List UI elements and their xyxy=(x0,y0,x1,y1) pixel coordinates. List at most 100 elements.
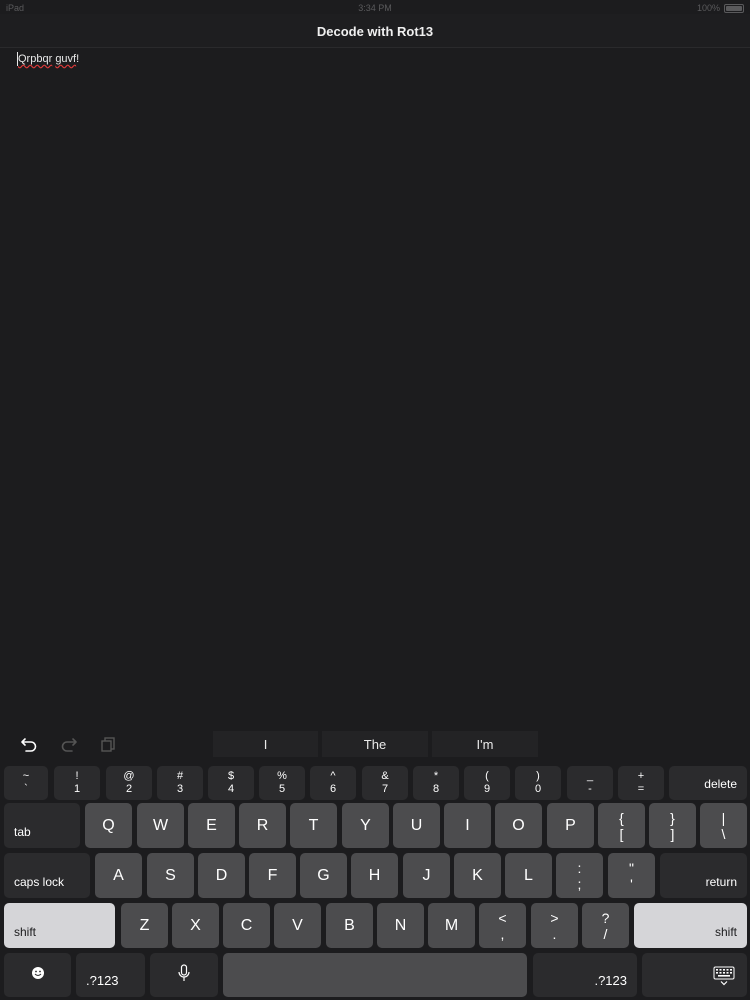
key-e[interactable]: E xyxy=(188,803,235,848)
key-lower-symbol: 4 xyxy=(227,783,235,795)
key-letter: F xyxy=(267,866,278,884)
key-s[interactable]: S xyxy=(147,853,194,898)
suggestion-3[interactable]: I'm xyxy=(432,731,538,757)
numbers-label: .?123 xyxy=(86,973,119,988)
key-letter: J xyxy=(422,866,431,884)
numbers-left-key[interactable]: .?123 xyxy=(76,953,145,997)
suggestion-1[interactable]: I xyxy=(213,731,318,757)
key-upper-symbol: > xyxy=(550,909,559,926)
misspelled-word: Qrpbqr xyxy=(18,53,53,65)
key-h[interactable]: H xyxy=(351,853,398,898)
key-w[interactable]: W xyxy=(137,803,184,848)
key-0[interactable]: ) 0 xyxy=(515,766,561,800)
numbers-right-key[interactable]: .?123 xyxy=(533,953,637,997)
key-lower-symbol: 0 xyxy=(534,783,542,795)
key-upper-symbol: @ xyxy=(123,770,135,782)
key-f[interactable]: F xyxy=(249,853,296,898)
navigation-bar: Decode with Rot13 xyxy=(0,14,750,48)
page-title: Decode with Rot13 xyxy=(316,24,434,39)
key-4[interactable]: $4 xyxy=(208,766,254,800)
battery-percentage: 100% xyxy=(696,3,720,13)
key-7[interactable]: & 7 xyxy=(362,766,408,800)
dismiss-keyboard-key[interactable] xyxy=(642,953,747,997)
key-upper-symbol: ~ xyxy=(22,770,30,782)
key-y[interactable]: Y xyxy=(342,803,389,848)
key-upper-symbol: * xyxy=(433,770,439,782)
key-o[interactable]: O xyxy=(495,803,542,848)
key-lower-symbol: = xyxy=(637,783,645,795)
shift-right-key[interactable]: shift xyxy=(634,903,747,948)
key-bracket-right[interactable]: }] xyxy=(649,803,696,848)
key-q[interactable]: Q xyxy=(85,803,132,848)
key-t[interactable]: T xyxy=(290,803,337,848)
key-n[interactable]: N xyxy=(377,903,424,948)
key-upper-symbol: # xyxy=(176,770,184,782)
key-p[interactable]: P xyxy=(547,803,594,848)
key-equals[interactable]: + = xyxy=(618,766,664,800)
key-i[interactable]: I xyxy=(444,803,491,848)
text-editor[interactable]: Qrpbqr guvf! xyxy=(0,49,750,720)
key-m[interactable]: M xyxy=(428,903,475,948)
microphone-icon xyxy=(178,963,190,987)
key-quote[interactable]: " ' xyxy=(608,853,655,898)
key-v[interactable]: V xyxy=(274,903,321,948)
key-upper-symbol: $ xyxy=(227,770,235,782)
key-x[interactable]: X xyxy=(172,903,219,948)
tab-key[interactable]: tab xyxy=(4,803,80,848)
key-a[interactable]: A xyxy=(95,853,142,898)
key-d[interactable]: D xyxy=(198,853,245,898)
key-letter: O xyxy=(512,816,525,834)
key-letter: Y xyxy=(360,816,371,834)
key-c[interactable]: C xyxy=(223,903,270,948)
key-1[interactable]: ! 1 xyxy=(54,766,100,800)
key-g[interactable]: G xyxy=(300,853,347,898)
redo-icon[interactable] xyxy=(59,736,79,752)
suggestion-2[interactable]: The xyxy=(322,731,428,757)
key-z[interactable]: Z xyxy=(121,903,168,948)
key-letter: U xyxy=(410,816,423,834)
key-bracket-left[interactable]: {[ xyxy=(598,803,645,848)
key-b[interactable]: B xyxy=(326,903,373,948)
key-3[interactable]: #3 xyxy=(157,766,203,800)
key-2[interactable]: @2 xyxy=(106,766,152,800)
key-lower-symbol: ] xyxy=(670,825,675,842)
key-letter: Z xyxy=(139,916,150,934)
key-comma[interactable]: <, xyxy=(479,903,526,948)
key-k[interactable]: K xyxy=(454,853,501,898)
key-8[interactable]: * 8 xyxy=(413,766,459,800)
delete-key[interactable]: delete xyxy=(669,766,747,800)
key-letter: E xyxy=(206,816,217,834)
key-j[interactable]: J xyxy=(403,853,450,898)
key-semicolon[interactable]: :; xyxy=(556,853,603,898)
shift-left-key[interactable]: shift xyxy=(4,903,115,948)
return-key[interactable]: return xyxy=(660,853,747,898)
space-key[interactable] xyxy=(223,953,527,997)
key-lower-symbol: ' xyxy=(630,875,633,892)
status-time: 3:34 PM xyxy=(358,3,392,13)
undo-icon[interactable] xyxy=(19,736,39,752)
key-u[interactable]: U xyxy=(393,803,440,848)
keyboard: ~ ` ! 1 @2 #3 $4 % 5 ^ 6 & 7 * 8 (9 ) 0 _ - + = d… xyxy=(0,760,750,1000)
key-letter: Q xyxy=(102,816,115,834)
key-upper-symbol: : xyxy=(577,859,582,876)
key-backslash[interactable]: | \ xyxy=(700,803,747,848)
key-5[interactable]: % 5 xyxy=(259,766,305,800)
paste-icon[interactable] xyxy=(98,736,118,752)
key-l[interactable]: L xyxy=(505,853,552,898)
key-lower-symbol: 5 xyxy=(278,783,286,795)
caps-lock-key[interactable]: caps lock xyxy=(4,853,90,898)
key-6[interactable]: ^ 6 xyxy=(310,766,356,800)
key-minus[interactable]: _ - xyxy=(567,766,613,800)
emoji-key[interactable] xyxy=(4,953,71,997)
key-backtick[interactable]: ~ ` xyxy=(4,766,48,800)
key-lower-symbol: ` xyxy=(24,783,28,795)
key-letter: P xyxy=(565,816,576,834)
key-upper-symbol: _ xyxy=(586,770,594,782)
key-upper-symbol: % xyxy=(277,770,287,782)
key-period[interactable]: >. xyxy=(531,903,578,948)
key-r[interactable]: R xyxy=(239,803,286,848)
key-9[interactable]: (9 xyxy=(464,766,510,800)
dictation-key[interactable] xyxy=(150,953,218,997)
key-slash[interactable]: ? / xyxy=(582,903,629,948)
key-lower-symbol: . xyxy=(552,925,557,942)
